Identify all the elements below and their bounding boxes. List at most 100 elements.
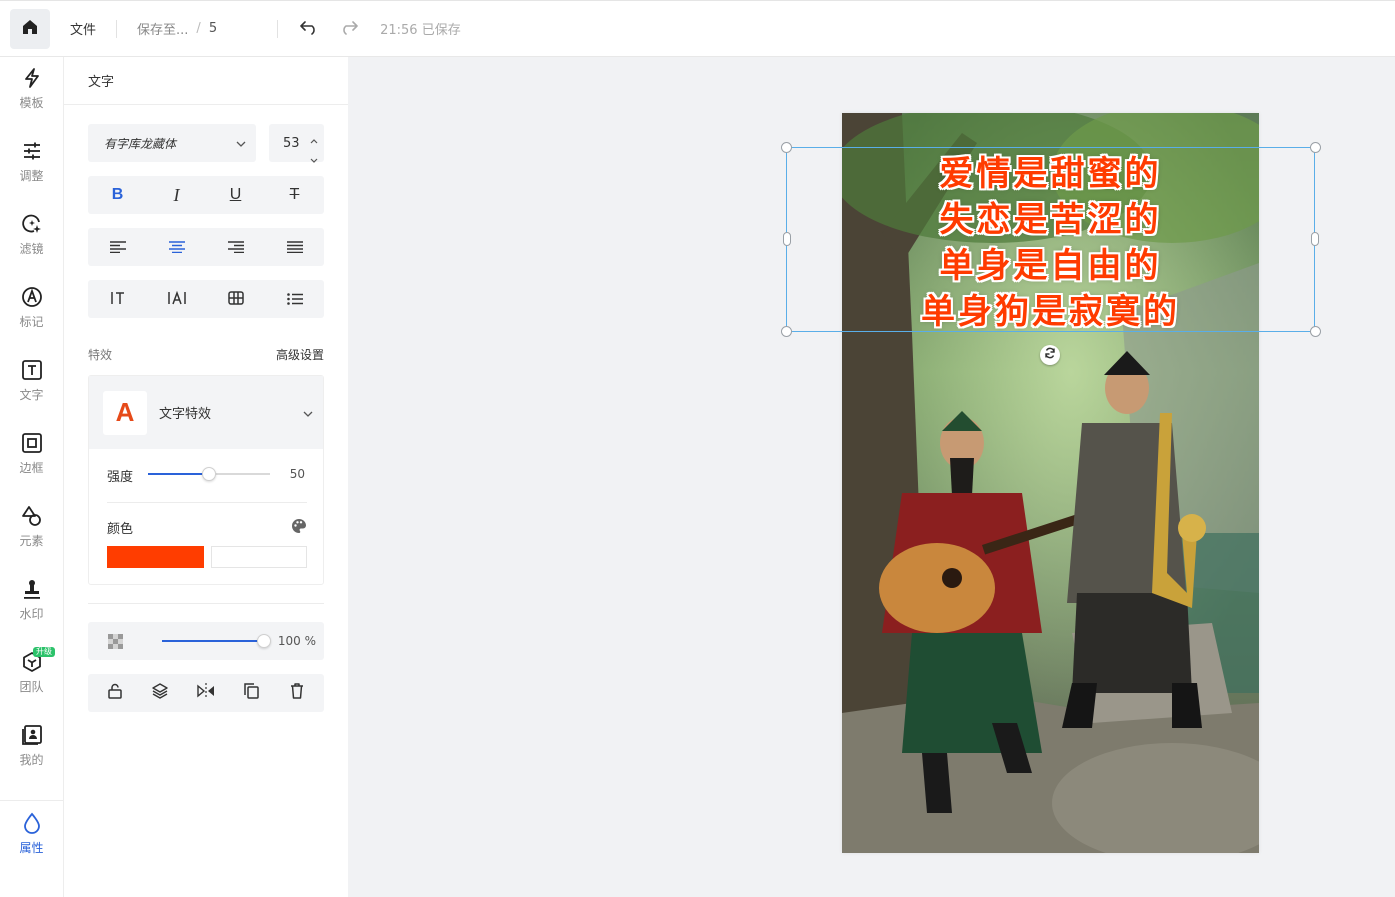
breadcrumb-folder[interactable]: 保存至... <box>137 19 188 38</box>
rail-label: 文字 <box>19 388 44 402</box>
palette-icon[interactable] <box>291 518 307 538</box>
resize-handle-bottom-left[interactable] <box>781 326 792 337</box>
align-justify-button[interactable] <box>275 232 315 262</box>
poem-line: 单身狗是寂寞的 <box>921 292 1180 332</box>
shapes-icon <box>21 505 43 527</box>
effect-preview-icon: A <box>103 390 147 435</box>
opacity-slider[interactable] <box>162 634 271 648</box>
stepper-up-icon[interactable] <box>310 133 318 148</box>
redo-button[interactable] <box>338 18 360 40</box>
align-right-icon <box>227 238 244 257</box>
rail-label: 滤镜 <box>19 242 44 256</box>
lock-button[interactable] <box>100 678 130 708</box>
strength-slider-handle[interactable] <box>202 467 216 481</box>
drop-icon <box>21 812 43 834</box>
layer-order-button[interactable] <box>145 678 175 708</box>
rail-label: 边框 <box>19 461 44 475</box>
chevron-down-icon <box>303 406 313 421</box>
strength-value: 50 <box>289 467 305 481</box>
rail-label: 调整 <box>19 169 44 183</box>
divider <box>116 19 118 38</box>
rail-label: 模板 <box>19 96 44 110</box>
align-left-button[interactable] <box>98 232 138 262</box>
delete-button[interactable] <box>282 678 312 708</box>
poem-line: 单身是自由的 <box>939 246 1162 286</box>
left-rail: 模板 调整 滤镜 标记 文字 边框 元素 水印 升级 团队 我的 属性 <box>0 57 64 897</box>
rail-item-filter[interactable]: 滤镜 <box>0 205 63 265</box>
top-bar: 文件 保存至... / 5 21:56 已保存 <box>0 0 1395 57</box>
flip-button[interactable] <box>191 678 221 708</box>
color-swatch-primary[interactable] <box>107 546 204 568</box>
rail-item-properties[interactable]: 属性 <box>0 804 63 864</box>
rail-item-mark[interactable]: 标记 <box>0 278 63 338</box>
color-swatch-secondary[interactable] <box>211 546 307 568</box>
rail-item-team[interactable]: 升级 团队 <box>0 643 63 703</box>
opacity-slider-handle[interactable] <box>257 634 271 648</box>
file-menu[interactable]: 文件 <box>70 19 96 38</box>
artboard-image[interactable]: 爱情是甜蜜的 失恋是苦涩的 单身是自由的 单身狗是寂寞的 <box>842 113 1259 853</box>
panel-title: 文字 <box>64 57 348 105</box>
align-center-button[interactable] <box>157 232 197 262</box>
breadcrumb-separator: / <box>196 21 201 36</box>
underline-icon: U <box>229 186 242 203</box>
rotate-handle[interactable] <box>1040 345 1060 365</box>
list-button[interactable] <box>275 284 315 314</box>
undo-button[interactable] <box>298 18 320 40</box>
stamp-icon <box>21 578 43 600</box>
line-height-button[interactable] <box>98 284 138 314</box>
rail-item-mine[interactable]: 我的 <box>0 716 63 776</box>
layers-icon <box>152 683 169 703</box>
home-icon <box>20 17 40 41</box>
divider <box>277 19 279 38</box>
underline-button[interactable]: U <box>216 180 256 210</box>
text-spacing-toolbar <box>88 280 324 318</box>
document-name[interactable]: 5 <box>209 21 217 36</box>
rail-label: 我的 <box>19 753 44 767</box>
rail-item-border[interactable]: 边框 <box>0 424 63 484</box>
rail-item-text[interactable]: 文字 <box>0 351 63 411</box>
divider <box>107 502 307 503</box>
text-box-button[interactable] <box>216 284 256 314</box>
strikethrough-icon: T <box>289 186 300 203</box>
frame-icon <box>21 432 43 454</box>
opacity-slider-fill <box>162 640 264 642</box>
align-right-button[interactable] <box>216 232 256 262</box>
resize-handle-left[interactable] <box>783 232 791 246</box>
poem-line: 失恋是苦涩的 <box>939 200 1162 240</box>
resize-handle-right[interactable] <box>1311 232 1319 246</box>
letter-spacing-button[interactable] <box>157 284 197 314</box>
font-family-select[interactable]: 有字库龙藏体 <box>88 124 256 162</box>
advanced-settings-link[interactable]: 高级设置 <box>276 346 324 363</box>
layer-actions-toolbar <box>88 674 324 712</box>
strikethrough-button[interactable]: T <box>275 180 315 210</box>
canvas-area[interactable]: 爱情是甜蜜的 失恋是苦涩的 单身是自由的 单身狗是寂寞的 <box>348 57 1395 897</box>
poem-text-layer[interactable]: 爱情是甜蜜的 失恋是苦涩的 单身是自由的 单身狗是寂寞的 <box>842 151 1259 335</box>
align-justify-icon <box>286 238 303 257</box>
font-size-value: 53 <box>283 135 300 151</box>
stepper-down-icon[interactable] <box>310 152 318 167</box>
resize-handle-top-left[interactable] <box>781 142 792 153</box>
font-size-stepper[interactable]: 53 <box>269 124 324 163</box>
resize-handle-top-right[interactable] <box>1310 142 1321 153</box>
rail-label: 属性 <box>19 841 44 855</box>
undo-icon <box>299 19 319 39</box>
italic-button[interactable]: I <box>157 180 197 210</box>
opacity-value: 100 % <box>277 634 316 648</box>
text-style-toolbar: B I U T <box>88 176 324 214</box>
effect-name: 文字特效 <box>159 407 212 422</box>
save-status: 21:56 已保存 <box>380 23 461 38</box>
text-effect-select[interactable]: A 文字特效 <box>89 376 323 449</box>
rail-divider <box>0 800 63 801</box>
color-label: 颜色 <box>107 522 134 537</box>
rail-item-adjust[interactable]: 调整 <box>0 132 63 192</box>
align-center-icon <box>168 238 185 257</box>
rail-item-elements[interactable]: 元素 <box>0 497 63 557</box>
duplicate-button[interactable] <box>237 678 267 708</box>
strength-slider[interactable] <box>148 467 270 481</box>
bold-button[interactable]: B <box>98 180 138 210</box>
home-button[interactable] <box>10 8 50 49</box>
rail-item-watermark[interactable]: 水印 <box>0 570 63 630</box>
flip-icon <box>197 683 215 703</box>
resize-handle-bottom-right[interactable] <box>1310 326 1321 337</box>
rail-item-template[interactable]: 模板 <box>0 59 63 119</box>
